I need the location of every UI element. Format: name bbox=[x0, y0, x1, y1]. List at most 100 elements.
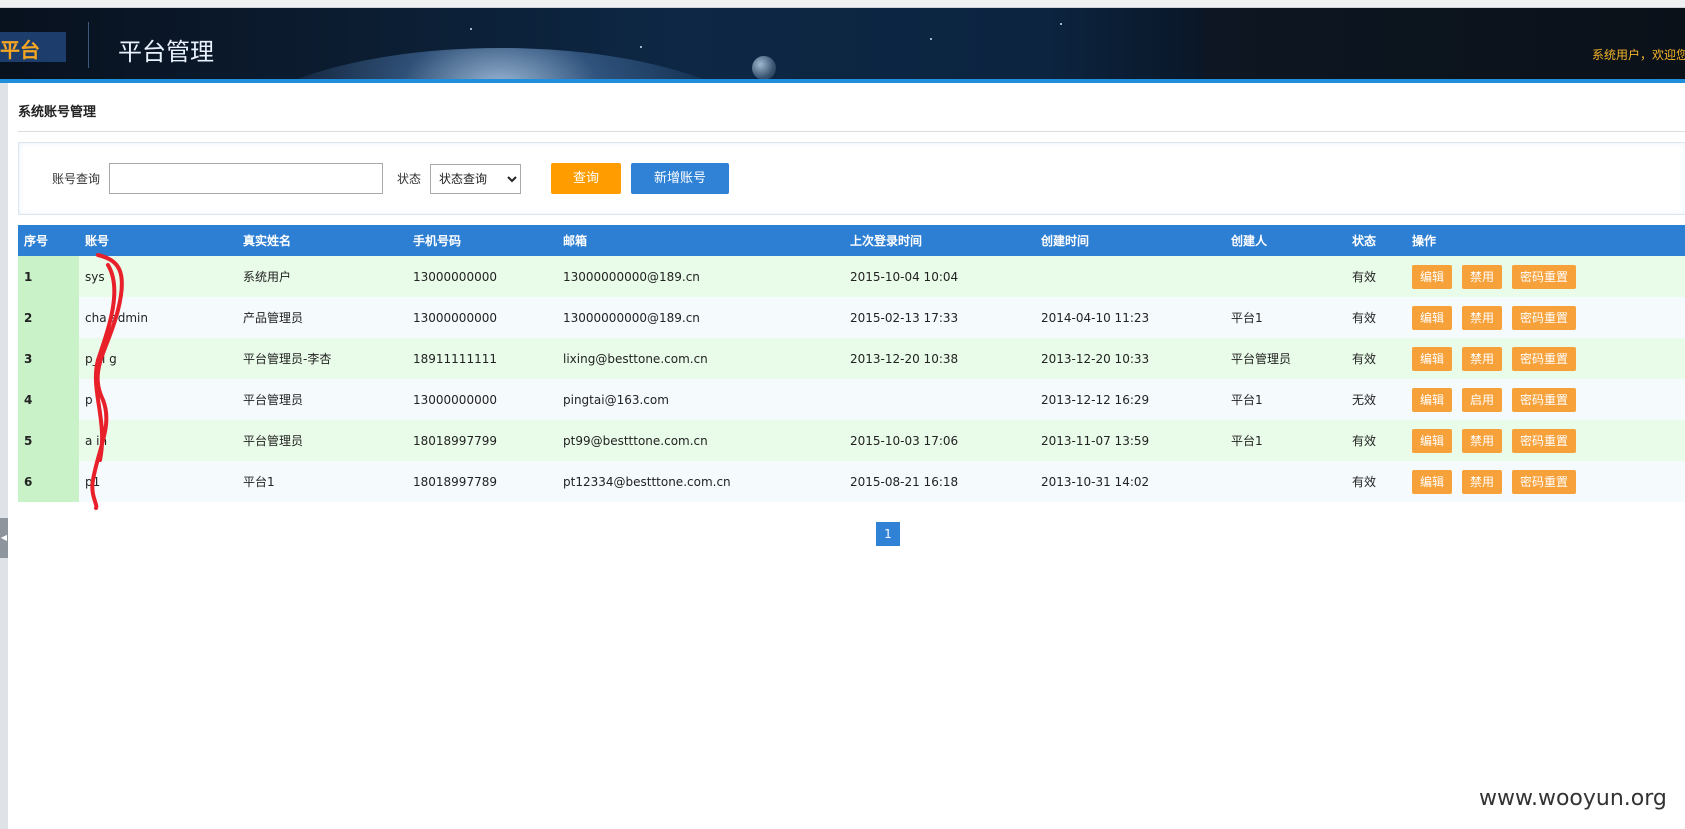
edit-button[interactable]: 编辑 bbox=[1412, 428, 1453, 453]
row-index: 1 bbox=[18, 256, 79, 297]
table-row: 5 a in 平台管理员 18018997799 pt99@bestttone.… bbox=[18, 420, 1685, 461]
column-header: 创建人 bbox=[1231, 234, 1268, 248]
toggle-status-button[interactable]: 禁用 bbox=[1462, 305, 1503, 330]
created-cell bbox=[1035, 256, 1225, 297]
app-title: 平台管理 bbox=[118, 38, 214, 66]
query-button[interactable]: 查询 bbox=[551, 163, 621, 194]
row-index: 5 bbox=[18, 420, 79, 461]
toggle-status-button[interactable]: 启用 bbox=[1462, 387, 1503, 412]
header-star bbox=[1060, 23, 1062, 25]
phone-cell: 18911111111 bbox=[413, 351, 497, 366]
column-header: 创建时间 bbox=[1041, 234, 1090, 248]
phone-cell: 13000000000 bbox=[413, 269, 497, 284]
pagination-page-current[interactable]: 1 bbox=[876, 522, 900, 546]
reset-password-button[interactable]: 密码重置 bbox=[1512, 469, 1577, 494]
row-index: 6 bbox=[18, 461, 79, 502]
column-header: 邮箱 bbox=[563, 234, 588, 248]
phone-cell: 18018997799 bbox=[413, 433, 497, 448]
account-cell: p i bbox=[85, 392, 100, 407]
operations-cell: 编辑 禁用 密码重置 bbox=[1406, 297, 1685, 338]
created-cell: 2014-04-10 11:23 bbox=[1041, 310, 1150, 325]
name-cell: 平台1 bbox=[243, 475, 275, 489]
email-cell: pingtai@163.com bbox=[563, 392, 669, 407]
email-cell: pt99@bestttone.com.cn bbox=[563, 433, 708, 448]
status-label: 状态 bbox=[397, 172, 422, 186]
sidebar-collapse-toggle[interactable]: ◀ bbox=[0, 518, 8, 558]
created-cell: 2013-10-31 14:02 bbox=[1041, 474, 1150, 489]
name-cell: 产品管理员 bbox=[243, 311, 304, 325]
title-divider bbox=[18, 131, 1685, 132]
last-login-cell: 2013-12-20 10:38 bbox=[850, 351, 959, 366]
created-cell: 2013-11-07 13:59 bbox=[1041, 433, 1150, 448]
reset-password-button[interactable]: 密码重置 bbox=[1512, 387, 1577, 412]
creator-cell bbox=[1225, 256, 1346, 297]
created-cell: 2013-12-12 16:29 bbox=[1041, 392, 1150, 407]
edit-button[interactable]: 编辑 bbox=[1412, 387, 1453, 412]
name-cell: 平台管理员 bbox=[243, 393, 304, 407]
left-sidebar-edge bbox=[0, 83, 8, 829]
phone-cell: 13000000000 bbox=[413, 310, 497, 325]
toggle-status-button[interactable]: 禁用 bbox=[1462, 428, 1503, 453]
reset-password-button[interactable]: 密码重置 bbox=[1512, 305, 1577, 330]
header-divider bbox=[88, 22, 89, 68]
toggle-status-button[interactable]: 禁用 bbox=[1462, 469, 1503, 494]
row-index: 4 bbox=[18, 379, 79, 420]
account-cell: a in bbox=[85, 433, 108, 448]
table-row: 4 p i 平台管理员 13000000000 pingtai@163.com … bbox=[18, 379, 1685, 420]
last-login-cell: 2015-08-21 16:18 bbox=[850, 474, 959, 489]
operations-cell: 编辑 禁用 密码重置 bbox=[1406, 420, 1685, 461]
reset-password-button[interactable]: 密码重置 bbox=[1512, 428, 1577, 453]
operations-cell: 编辑 禁用 密码重置 bbox=[1406, 338, 1685, 379]
reset-password-button[interactable]: 密码重置 bbox=[1512, 346, 1577, 371]
account-cell: p_li g bbox=[85, 351, 117, 366]
status-cell: 有效 bbox=[1352, 475, 1377, 489]
creator-cell bbox=[1225, 461, 1346, 502]
last-login-cell: 2015-10-03 17:06 bbox=[850, 433, 959, 448]
name-cell: 平台管理员-李杏 bbox=[243, 352, 332, 366]
edit-button[interactable]: 编辑 bbox=[1412, 264, 1453, 289]
page-title: 系统账号管理 bbox=[18, 105, 97, 120]
creator-cell: 平台1 bbox=[1231, 311, 1263, 325]
column-header: 上次登录时间 bbox=[850, 234, 923, 248]
creator-cell: 平台管理员 bbox=[1231, 352, 1292, 366]
app-header: 平台 平台管理 系统用户，欢迎您 bbox=[0, 8, 1685, 83]
status-select[interactable]: 状态查询 bbox=[430, 164, 521, 194]
watermark: www.wooyun.org bbox=[1479, 786, 1667, 811]
add-account-button[interactable]: 新增账号 bbox=[631, 163, 729, 194]
account-search-input[interactable] bbox=[109, 163, 383, 194]
header-star bbox=[470, 28, 472, 30]
account-cell: cha admin bbox=[85, 310, 148, 325]
toggle-status-button[interactable]: 禁用 bbox=[1462, 346, 1503, 371]
operations-cell: 编辑 启用 密码重置 bbox=[1406, 379, 1685, 420]
operations-cell: 编辑 禁用 密码重置 bbox=[1406, 256, 1685, 297]
edit-button[interactable]: 编辑 bbox=[1412, 305, 1453, 330]
account-cell: p1 bbox=[85, 474, 101, 489]
column-header: 账号 bbox=[85, 234, 110, 248]
toggle-status-button[interactable]: 禁用 bbox=[1462, 264, 1503, 289]
header-star bbox=[930, 38, 932, 40]
reset-password-button[interactable]: 密码重置 bbox=[1512, 264, 1577, 289]
created-cell: 2013-12-20 10:33 bbox=[1041, 351, 1150, 366]
email-cell: pt12334@bestttone.com.cn bbox=[563, 474, 731, 489]
last-login-cell: 2015-10-04 10:04 bbox=[850, 269, 959, 284]
browser-top-strip bbox=[0, 0, 1685, 8]
status-cell: 有效 bbox=[1352, 434, 1377, 448]
email-cell: lixing@besttone.com.cn bbox=[563, 351, 708, 366]
edit-button[interactable]: 编辑 bbox=[1412, 469, 1453, 494]
email-cell: 13000000000@189.cn bbox=[563, 269, 700, 284]
operations-cell: 编辑 禁用 密码重置 bbox=[1406, 461, 1685, 502]
phone-cell: 18018997789 bbox=[413, 474, 497, 489]
email-cell: 13000000000@189.cn bbox=[563, 310, 700, 325]
phone-cell: 13000000000 bbox=[413, 392, 497, 407]
header-star bbox=[640, 46, 642, 48]
row-index: 2 bbox=[18, 297, 79, 338]
name-cell: 系统用户 bbox=[243, 270, 292, 284]
column-header: 序号 bbox=[24, 234, 49, 248]
edit-button[interactable]: 编辑 bbox=[1412, 346, 1453, 371]
welcome-text: 系统用户，欢迎您 bbox=[1592, 48, 1685, 62]
accounts-table: 序号 账号 真实姓名 手机号码 邮箱 上次登录时间 创建时间 创建人 状态 操作… bbox=[18, 225, 1685, 502]
logo-text: 平台 bbox=[0, 38, 40, 62]
status-cell: 有效 bbox=[1352, 270, 1377, 284]
column-header: 真实姓名 bbox=[243, 234, 292, 248]
header-accent-bar bbox=[0, 79, 1685, 83]
